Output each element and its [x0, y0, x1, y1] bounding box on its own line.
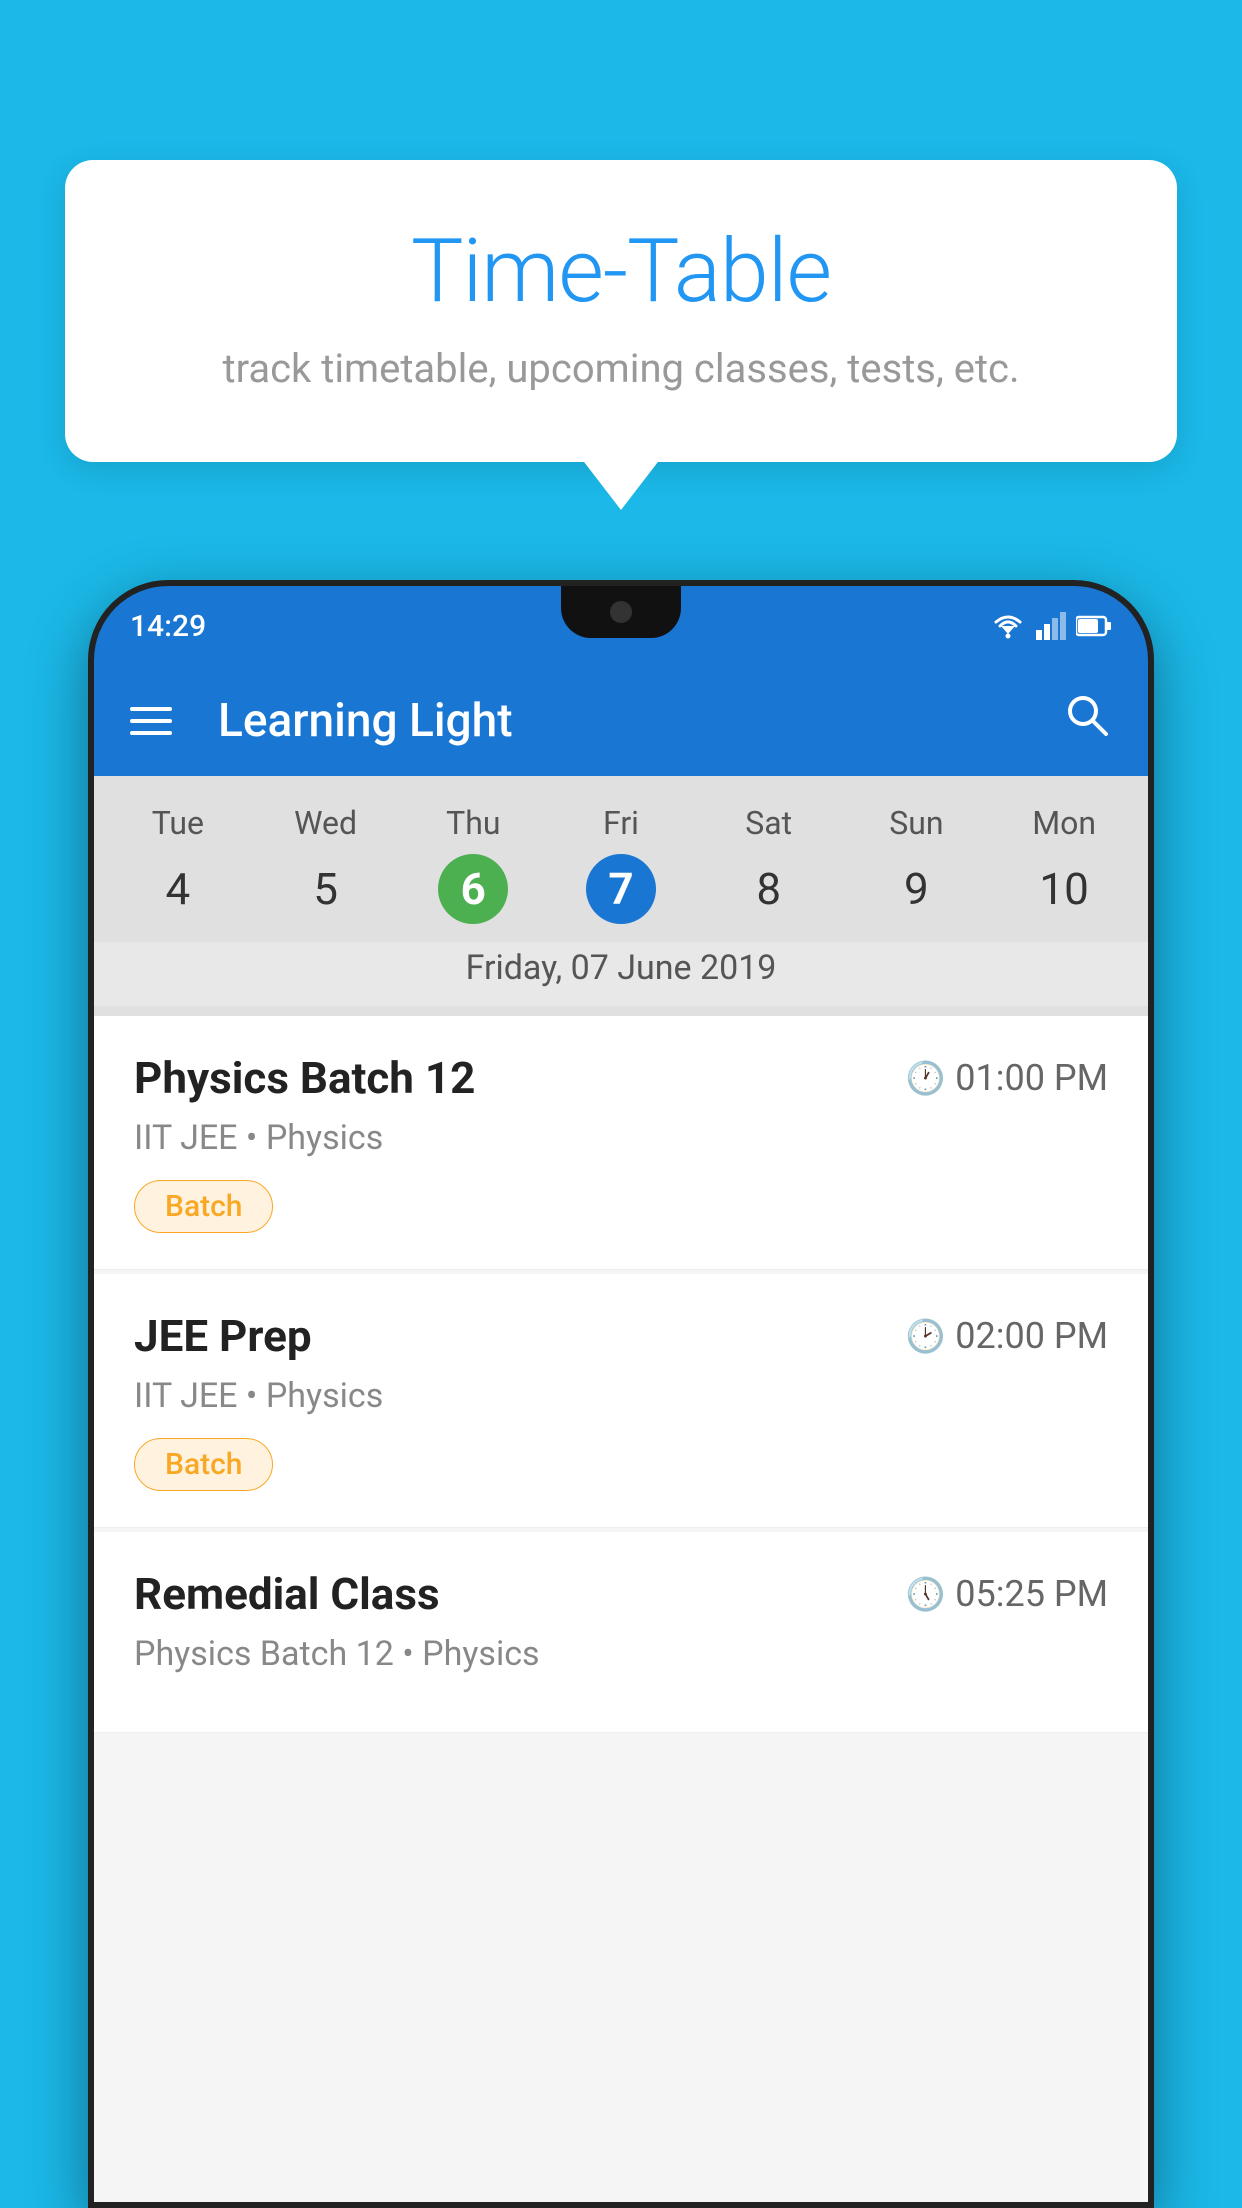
day-headers: Tue Wed Thu Fri Sat Sun Mon [94, 800, 1148, 846]
schedule-item-2-header: JEE Prep 🕑 02:00 PM [134, 1310, 1108, 1362]
schedule-item-1-time-text: 01:00 PM [955, 1057, 1108, 1099]
day-sat: Sat [695, 800, 843, 846]
schedule-item-2-time-text: 02:00 PM [955, 1315, 1108, 1357]
date-8[interactable]: 8 [734, 854, 804, 924]
schedule-item-1-subtitle: IIT JEE • Physics [134, 1118, 1108, 1158]
search-icon[interactable] [1062, 690, 1112, 753]
date-7-selected[interactable]: 7 [586, 854, 656, 924]
schedule-item-3-header: Remedial Class 🕔 05:25 PM [134, 1568, 1108, 1620]
wifi-icon [990, 612, 1026, 640]
status-icons [990, 612, 1112, 640]
schedule-item-2-title: JEE Prep [134, 1310, 312, 1362]
signal-icon [1036, 612, 1066, 640]
tooltip-title: Time-Table [145, 220, 1097, 323]
schedule-item-3-title: Remedial Class [134, 1568, 440, 1620]
date-4[interactable]: 4 [143, 854, 213, 924]
schedule-item-1-time: 🕐 01:00 PM [905, 1057, 1108, 1099]
schedule-item-1[interactable]: Physics Batch 12 🕐 01:00 PM IIT JEE • Ph… [94, 1016, 1148, 1270]
schedule-item-1-title: Physics Batch 12 [134, 1052, 475, 1104]
day-sun: Sun [843, 800, 991, 846]
tooltip-card: Time-Table track timetable, upcoming cla… [65, 160, 1177, 462]
day-fri: Fri [547, 800, 695, 846]
phone-frame: 14:29 [88, 580, 1154, 2208]
clock-icon-3: 🕔 [905, 1575, 945, 1613]
day-tue: Tue [104, 800, 252, 846]
schedule-item-2-subtitle: IIT JEE • Physics [134, 1376, 1108, 1416]
app-bar: Learning Light [94, 666, 1148, 776]
notch [561, 586, 681, 638]
schedule-item-3-time-text: 05:25 PM [955, 1573, 1108, 1615]
hamburger-menu-icon[interactable] [130, 707, 172, 735]
status-time: 14:29 [130, 609, 206, 644]
calendar-strip: Tue Wed Thu Fri Sat Sun Mon 4 5 6 7 8 9 … [94, 776, 1148, 1016]
day-numbers: 4 5 6 7 8 9 10 [94, 846, 1148, 942]
date-5[interactable]: 5 [291, 854, 361, 924]
schedule-item-1-badge: Batch [134, 1180, 273, 1233]
tooltip-subtitle: track timetable, upcoming classes, tests… [145, 345, 1097, 392]
clock-icon-1: 🕐 [905, 1059, 945, 1097]
battery-icon [1076, 614, 1112, 638]
schedule-item-3-time: 🕔 05:25 PM [905, 1573, 1108, 1615]
date-10[interactable]: 10 [1029, 854, 1099, 924]
camera-dot [610, 601, 632, 623]
schedule-item-2-badge: Batch [134, 1438, 273, 1491]
phone-content: Tue Wed Thu Fri Sat Sun Mon 4 5 6 7 8 9 … [94, 776, 1148, 2202]
date-6-today[interactable]: 6 [438, 854, 508, 924]
schedule-list: Physics Batch 12 🕐 01:00 PM IIT JEE • Ph… [94, 1016, 1148, 2202]
app-title: Learning Light [218, 694, 1026, 748]
schedule-item-3-subtitle: Physics Batch 12 • Physics [134, 1634, 1108, 1674]
clock-icon-2: 🕑 [905, 1317, 945, 1355]
day-mon: Mon [990, 800, 1138, 846]
schedule-item-3[interactable]: Remedial Class 🕔 05:25 PM Physics Batch … [94, 1532, 1148, 1733]
schedule-item-2[interactable]: JEE Prep 🕑 02:00 PM IIT JEE • Physics Ba… [94, 1274, 1148, 1528]
schedule-item-1-header: Physics Batch 12 🕐 01:00 PM [134, 1052, 1108, 1104]
day-wed: Wed [252, 800, 400, 846]
schedule-item-2-time: 🕑 02:00 PM [905, 1315, 1108, 1357]
status-bar: 14:29 [94, 586, 1148, 666]
selected-date-label: Friday, 07 June 2019 [94, 942, 1148, 1006]
day-thu: Thu [399, 800, 547, 846]
date-9[interactable]: 9 [881, 854, 951, 924]
